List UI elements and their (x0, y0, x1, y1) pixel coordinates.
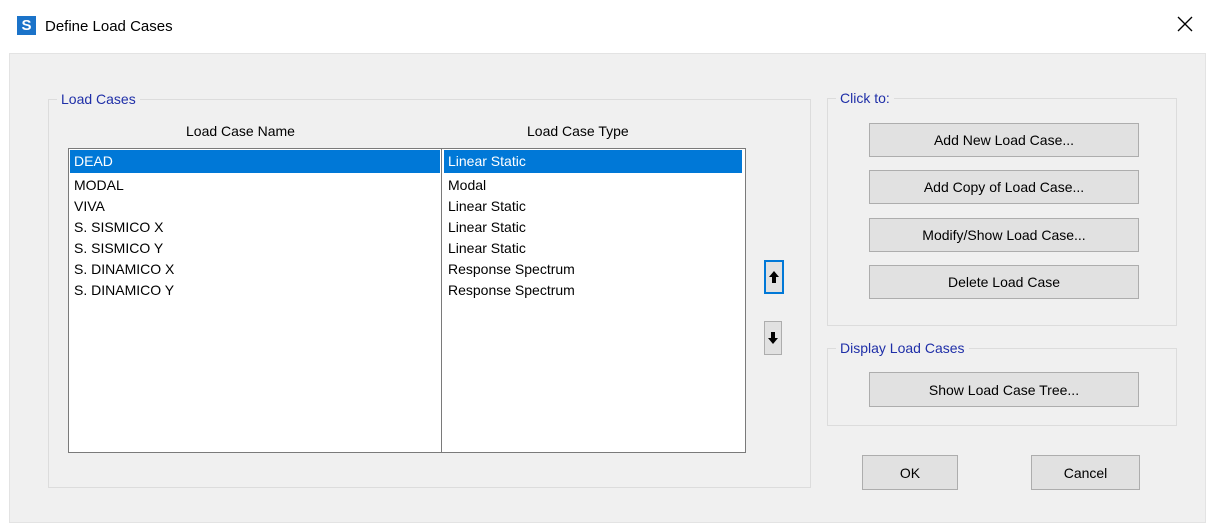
load-cases-group-legend: Load Cases (57, 91, 140, 107)
list-item[interactable]: MODAL Modal (69, 175, 745, 198)
load-case-type-cell: Response Spectrum (448, 261, 575, 277)
list-item[interactable]: S. SISMICO X Linear Static (69, 217, 745, 240)
load-case-type-cell: Linear Static (444, 150, 742, 173)
load-case-type-cell: Linear Static (448, 219, 526, 235)
show-load-case-tree-button[interactable]: Show Load Case Tree... (869, 372, 1139, 407)
load-case-type-cell: Response Spectrum (448, 282, 575, 298)
load-case-name-cell: S. DINAMICO Y (74, 282, 175, 298)
load-case-name-header: Load Case Name (186, 123, 295, 139)
load-cases-list[interactable]: DEAD Linear Static MODAL Modal VIVA Line… (68, 148, 746, 453)
load-case-type-cell: Linear Static (448, 198, 526, 214)
list-item[interactable]: S. DINAMICO X Response Spectrum (69, 259, 745, 282)
list-item[interactable]: VIVA Linear Static (69, 196, 745, 219)
load-case-name-cell: S. SISMICO Y (74, 240, 164, 256)
load-case-type-cell: Linear Static (448, 240, 526, 256)
list-item[interactable]: DEAD Linear Static (69, 150, 745, 173)
load-case-name-cell: MODAL (74, 177, 124, 193)
list-item[interactable]: S. DINAMICO Y Response Spectrum (69, 280, 745, 303)
display-load-cases-group-legend: Display Load Cases (836, 340, 969, 356)
move-up-button[interactable] (764, 260, 784, 294)
sap2000-app-icon: S (17, 16, 36, 35)
close-icon[interactable] (1173, 12, 1197, 36)
cancel-button[interactable]: Cancel (1031, 455, 1140, 490)
title-bar: S Define Load Cases (0, 0, 1214, 52)
load-case-name-cell: DEAD (70, 150, 440, 173)
ok-button[interactable]: OK (862, 455, 958, 490)
list-item[interactable]: S. SISMICO Y Linear Static (69, 238, 745, 261)
move-down-button[interactable] (764, 321, 782, 355)
load-case-name-cell: VIVA (74, 198, 105, 214)
load-case-type-header: Load Case Type (527, 123, 629, 139)
load-case-name-cell: S. SISMICO X (74, 219, 164, 235)
click-to-group-legend: Click to: (836, 90, 894, 106)
load-case-name-cell: S. DINAMICO X (74, 261, 175, 277)
window-title: Define Load Cases (45, 18, 173, 35)
load-case-type-cell: Modal (448, 177, 487, 193)
delete-load-case-button[interactable]: Delete Load Case (869, 265, 1139, 299)
add-new-load-case-button[interactable]: Add New Load Case... (869, 123, 1139, 157)
arrow-up-icon (769, 271, 779, 283)
add-copy-load-case-button[interactable]: Add Copy of Load Case... (869, 170, 1139, 204)
modify-show-load-case-button[interactable]: Modify/Show Load Case... (869, 218, 1139, 252)
arrow-down-icon (768, 332, 778, 344)
